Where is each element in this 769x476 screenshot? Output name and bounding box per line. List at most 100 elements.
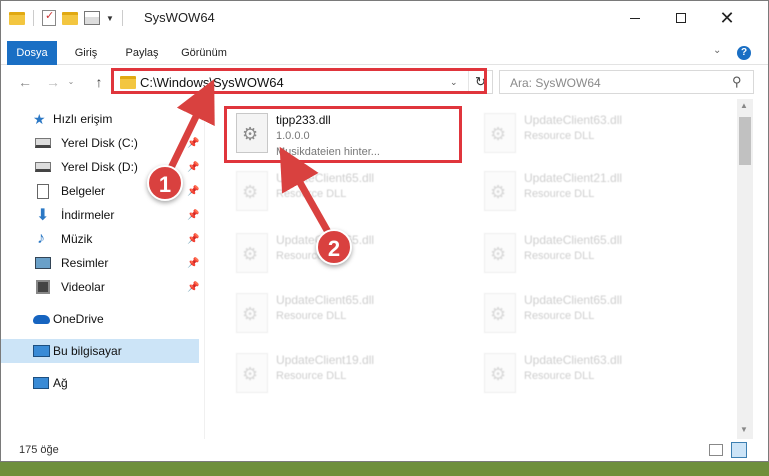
- up-button[interactable]: ↑: [89, 72, 109, 92]
- sidebar-item-label: Yerel Disk (D:): [61, 160, 138, 174]
- file-item[interactable]: ⚙ UpdateClient21.dll Resource DLL: [474, 165, 714, 217]
- separator: [121, 10, 123, 26]
- sidebar-item-label: Müzik: [61, 232, 93, 246]
- properties-check-icon[interactable]: [42, 9, 56, 26]
- sidebar-item-local-disk-c[interactable]: Yerel Disk (C:) 📌: [1, 131, 199, 155]
- pin-icon[interactable]: 📌: [187, 258, 199, 269]
- vertical-scrollbar[interactable]: ▲ ▼: [737, 99, 753, 439]
- scroll-down-icon[interactable]: ▼: [740, 425, 748, 434]
- file-item[interactable]: ⚙ UpdateClient19.dll Resource DLL: [226, 347, 466, 399]
- pin-icon[interactable]: 📌: [187, 138, 199, 149]
- file-name: UpdateClient63.dll: [524, 353, 623, 367]
- close-button[interactable]: ✕: [704, 1, 750, 35]
- ribbon-tabs: Dosya Giriş Paylaş Görünüm ⌄ ?: [1, 41, 768, 65]
- file-item[interactable]: ⚙ UpdateClient65.dll Resource DLL: [226, 165, 466, 217]
- quick-access-toolbar: ▼: [9, 9, 125, 27]
- tab-view[interactable]: Görünüm: [176, 41, 232, 65]
- maximize-icon: [676, 13, 686, 23]
- tab-file[interactable]: Dosya: [7, 41, 57, 65]
- sidebar-item-downloads[interactable]: ⬇ İndirmeler 📌: [1, 203, 199, 227]
- search-box[interactable]: Ara: SysWOW64 ⚲: [499, 70, 754, 94]
- file-description: Resource DLL: [524, 130, 595, 142]
- dll-file-icon: ⚙: [484, 353, 516, 393]
- minimize-button[interactable]: [612, 1, 658, 35]
- file-description: Resource DLL: [524, 370, 595, 382]
- dll-file-icon: ⚙: [236, 233, 268, 273]
- search-input[interactable]: Ara: SysWOW64: [510, 76, 601, 90]
- properties-icon[interactable]: [84, 11, 100, 25]
- pin-icon[interactable]: 📌: [187, 186, 199, 197]
- tab-home[interactable]: Giriş: [65, 41, 107, 65]
- sidebar-item-music[interactable]: ♪ Müzik 📌: [1, 227, 199, 251]
- sidebar-item-label: OneDrive: [53, 312, 104, 326]
- status-bar: 175 öğe: [1, 439, 768, 461]
- search-icon[interactable]: ⚲: [732, 74, 742, 90]
- pin-icon[interactable]: 📌: [187, 234, 199, 245]
- file-item[interactable]: ⚙ UpdateClient65.dll Resource DLL: [474, 287, 714, 339]
- pin-icon[interactable]: 📌: [187, 162, 199, 173]
- step-2-badge: 2: [316, 229, 352, 265]
- sidebar-item-videos[interactable]: Videolar 📌: [1, 275, 199, 299]
- file-description: Resource DLL: [276, 310, 347, 322]
- dll-file-icon: ⚙: [484, 113, 516, 153]
- drive-icon: [35, 138, 51, 148]
- close-icon: ✕: [719, 7, 735, 28]
- gear-icon: ⚙: [490, 304, 507, 324]
- sidebar-item-label: Videolar: [61, 280, 105, 294]
- file-item[interactable]: ⚙ UpdateClient63.dll Resource DLL: [474, 347, 714, 399]
- gear-icon: ⚙: [242, 364, 259, 384]
- file-description: Resource DLL: [524, 188, 595, 200]
- sidebar-item-pictures[interactable]: Resimler 📌: [1, 251, 199, 275]
- sidebar-item-onedrive[interactable]: OneDrive: [1, 307, 199, 331]
- file-item[interactable]: ⚙ UpdateClient65.dll Resource DLL: [474, 227, 714, 279]
- item-count: 175 öğe: [19, 444, 59, 456]
- recent-locations-icon[interactable]: ⌄: [65, 72, 77, 92]
- scroll-thumb[interactable]: [739, 117, 751, 165]
- chevron-down-icon[interactable]: ▼: [106, 14, 114, 23]
- dll-file-icon: ⚙: [236, 293, 268, 333]
- file-name: UpdateClient65.dll: [524, 293, 623, 307]
- help-icon[interactable]: ?: [737, 46, 751, 60]
- window-title: SysWOW64: [144, 10, 215, 25]
- file-item[interactable]: ⚙ UpdateClient63.dll Resource DLL: [474, 107, 714, 159]
- sidebar-item-this-pc[interactable]: Bu bilgisayar: [1, 339, 199, 363]
- file-highlight-box: [224, 106, 462, 163]
- pictures-icon: [35, 257, 51, 269]
- expand-ribbon-icon[interactable]: ⌄: [713, 45, 721, 56]
- file-description: Resource DLL: [524, 250, 595, 262]
- video-icon: [36, 280, 50, 294]
- sidebar-item-label: Resimler: [61, 256, 109, 270]
- back-button[interactable]: ←: [15, 72, 35, 92]
- pin-icon[interactable]: 📌: [187, 282, 199, 293]
- pane-splitter[interactable]: [204, 99, 205, 439]
- sidebar-item-network[interactable]: Ağ: [1, 371, 199, 395]
- dll-file-icon: ⚙: [236, 171, 268, 211]
- network-icon: [33, 377, 49, 389]
- sidebar-item-quick-access[interactable]: ★ Hızlı erişim: [1, 107, 199, 131]
- file-description: Resource DLL: [276, 370, 347, 382]
- music-icon: ♪: [37, 230, 45, 247]
- maximize-button[interactable]: [658, 1, 704, 35]
- sidebar-item-label: Yerel Disk (C:): [61, 136, 138, 150]
- dll-file-icon: ⚙: [236, 353, 268, 393]
- scroll-up-icon[interactable]: ▲: [740, 101, 748, 110]
- gear-icon: ⚙: [242, 304, 259, 324]
- file-item[interactable]: ⚙ UpdateClient65.dll Resource DLL: [226, 287, 466, 339]
- onedrive-icon: [33, 314, 50, 324]
- tab-share[interactable]: Paylaş: [119, 41, 165, 65]
- dll-file-icon: ⚙: [484, 171, 516, 211]
- gear-icon: ⚙: [490, 364, 507, 384]
- large-icons-view-icon[interactable]: [731, 442, 747, 458]
- folder-icon: [9, 11, 25, 25]
- star-icon: ★: [33, 110, 46, 127]
- separator: [33, 10, 34, 26]
- forward-button[interactable]: →: [43, 72, 63, 92]
- gear-icon: ⚙: [242, 182, 259, 202]
- details-view-icon[interactable]: [709, 444, 723, 456]
- dll-file-icon: ⚙: [484, 233, 516, 273]
- file-name: UpdateClient63.dll: [524, 113, 623, 127]
- title-bar: ▼ SysWOW64 ✕: [1, 1, 768, 35]
- pin-icon[interactable]: 📌: [187, 210, 199, 221]
- new-folder-icon[interactable]: [62, 11, 78, 25]
- navigation-pane: ★ Hızlı erişim Yerel Disk (C:) 📌 Yerel D…: [1, 99, 205, 439]
